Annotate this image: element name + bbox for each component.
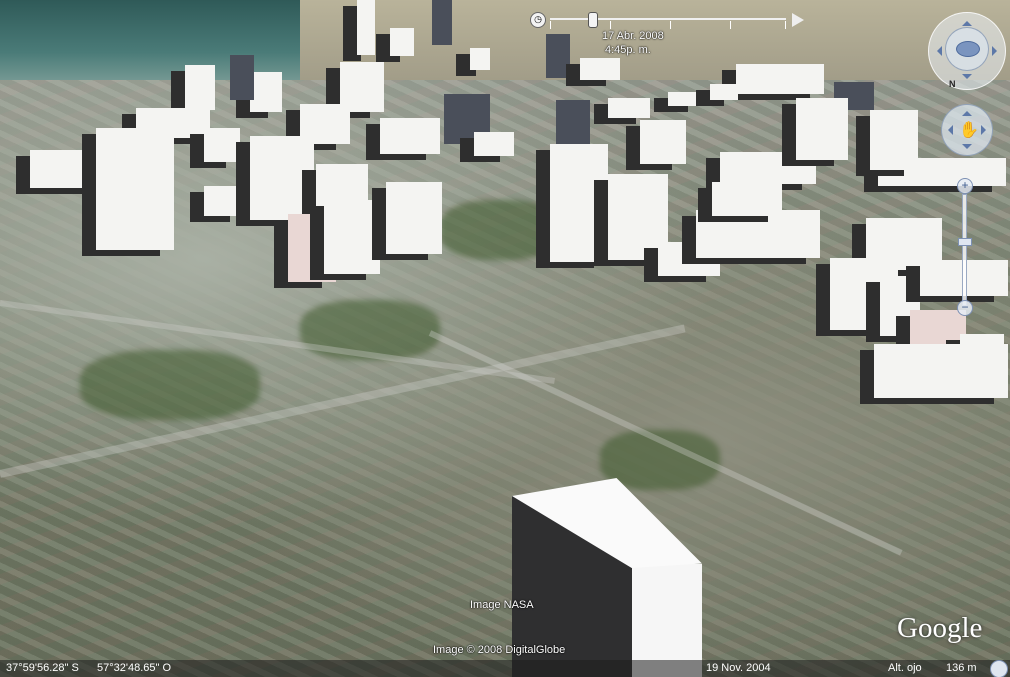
look-down-icon[interactable]: [962, 74, 972, 84]
building: [470, 48, 490, 70]
look-navigation-control[interactable]: N: [928, 12, 1006, 90]
building: [556, 100, 590, 144]
building: [230, 55, 254, 100]
building: [30, 150, 96, 188]
play-icon[interactable]: [792, 13, 804, 27]
building: [640, 120, 686, 164]
google-logo: Google: [897, 612, 983, 644]
clock-icon[interactable]: ◷: [530, 12, 546, 28]
move-right-icon[interactable]: [981, 125, 991, 135]
imagery-date: 19 Nov. 2004: [706, 662, 771, 674]
status-bar: 37°59'56.28" S 57°32'48.65" O 19 Nov. 20…: [0, 660, 1010, 677]
building: [204, 128, 240, 162]
building: [870, 110, 918, 170]
move-up-icon[interactable]: [962, 106, 972, 116]
streaming-status-icon: [990, 660, 1008, 677]
hand-icon: ✋: [959, 122, 979, 139]
look-left-icon[interactable]: [932, 46, 942, 56]
eye-altitude-value: 136 m: [946, 662, 977, 674]
time-slider-knob[interactable]: [588, 12, 598, 28]
building: [796, 98, 848, 160]
time-tick: [670, 21, 671, 29]
zoom-out-button[interactable]: −: [957, 300, 973, 316]
building: [474, 132, 514, 156]
time-slider-date: 17 Abr. 2008: [602, 30, 664, 42]
time-tick: [785, 21, 786, 29]
zoom-in-button[interactable]: +: [957, 178, 973, 194]
move-navigation-control[interactable]: ✋: [941, 104, 993, 156]
eye-icon: [956, 41, 980, 57]
park-area: [440, 200, 560, 260]
look-up-icon[interactable]: [962, 16, 972, 26]
building: [696, 210, 820, 258]
building: [250, 72, 282, 112]
building: [736, 64, 824, 94]
zoom-track[interactable]: [962, 194, 967, 306]
time-tick: [610, 21, 611, 29]
look-joystick[interactable]: [945, 27, 989, 71]
building: [874, 344, 1008, 398]
building: [324, 200, 380, 274]
look-right-icon[interactable]: [992, 46, 1002, 56]
building: [712, 182, 782, 216]
building: [390, 28, 414, 56]
move-down-icon[interactable]: [962, 144, 972, 154]
longitude-readout: 57°32'48.65" O: [97, 662, 172, 674]
building: [96, 128, 174, 250]
building: [357, 0, 375, 55]
zoom-slider-knob[interactable]: [958, 238, 972, 246]
time-slider-track[interactable]: [550, 18, 786, 29]
building: [386, 182, 442, 254]
imagery-attribution-copyright: Image © 2008 DigitalGlobe: [433, 644, 566, 656]
building: [550, 144, 608, 262]
latitude-readout: 37°59'56.28" S: [6, 662, 79, 674]
building: [204, 186, 244, 216]
zoom-slider[interactable]: + −: [957, 178, 973, 316]
building: [432, 0, 452, 45]
imagery-attribution-nasa: Image NASA: [470, 599, 534, 611]
building: [580, 58, 620, 80]
building: [608, 98, 650, 118]
building: [380, 118, 440, 154]
move-left-icon[interactable]: [943, 125, 953, 135]
north-indicator[interactable]: N: [949, 79, 956, 89]
building: [668, 92, 702, 106]
building: [250, 136, 314, 220]
building: [710, 84, 738, 100]
time-tick: [550, 21, 551, 29]
building: [185, 65, 215, 110]
time-slider[interactable]: ◷ 17 Abr. 2008 4:45p. m.: [530, 12, 810, 56]
eye-altitude-label: Alt. ojo: [888, 662, 922, 674]
park-area: [80, 350, 260, 420]
time-tick: [730, 21, 731, 29]
time-slider-time: 4:45p. m.: [605, 44, 651, 56]
map-viewport[interactable]: ◷ 17 Abr. 2008 4:45p. m. N ✋ + − Image N…: [0, 0, 1010, 677]
building: [546, 34, 570, 78]
